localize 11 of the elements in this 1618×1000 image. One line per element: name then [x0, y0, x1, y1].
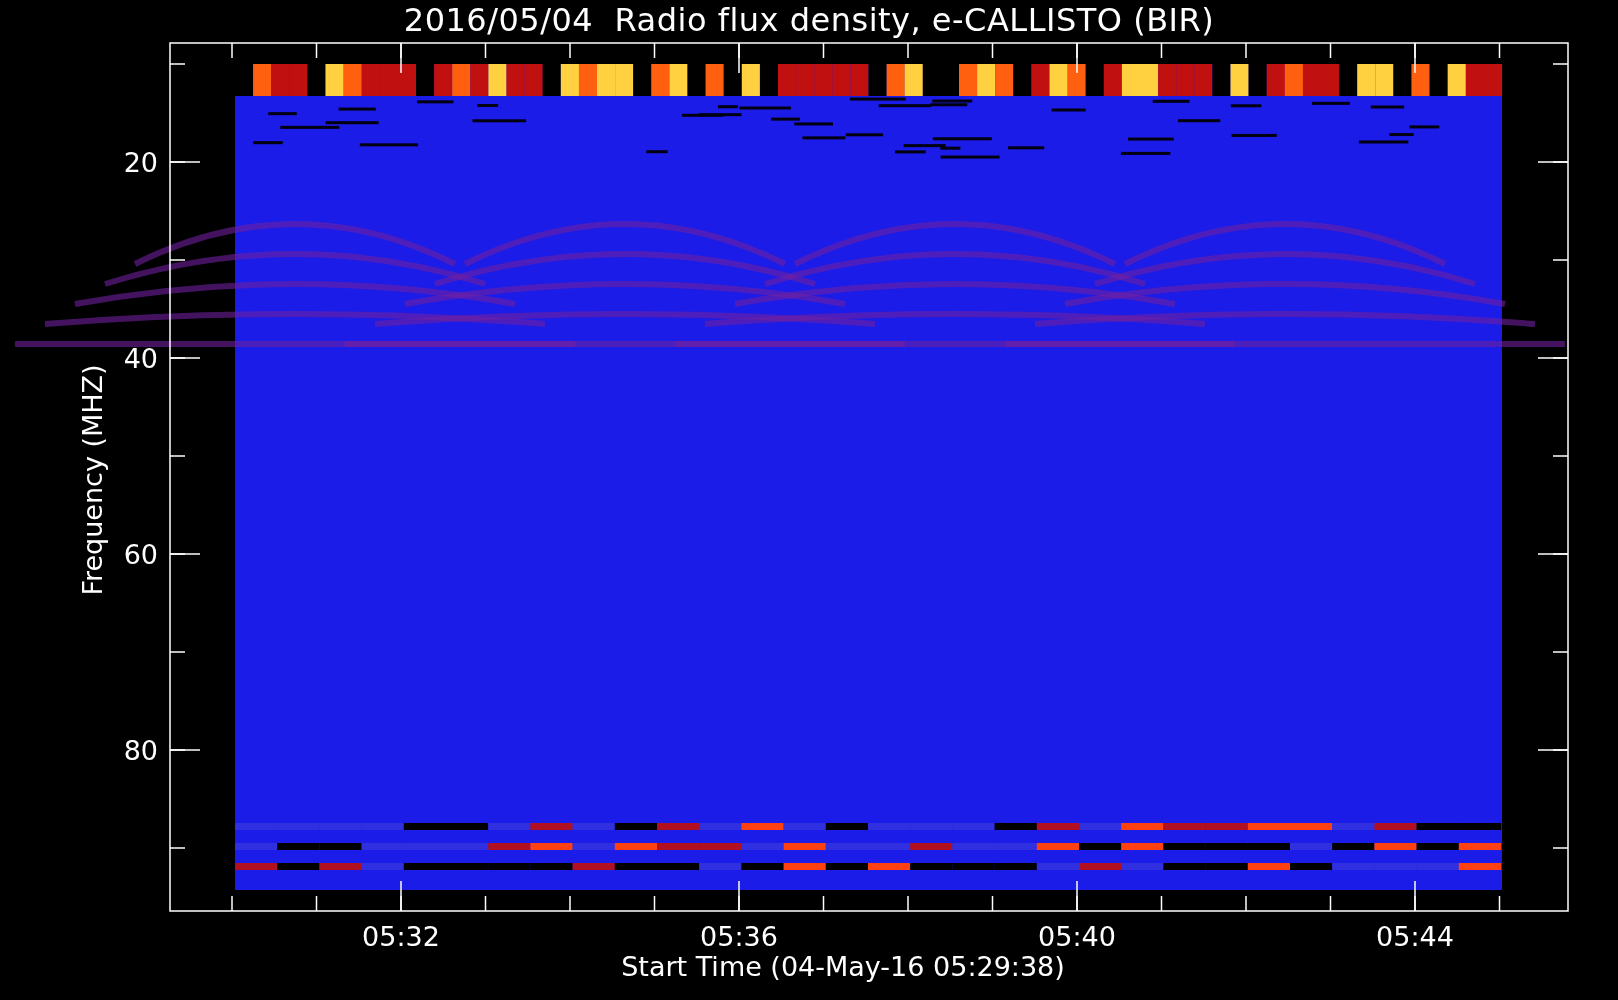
tick-label: 60 — [123, 539, 158, 570]
tick-label: 05:32 — [362, 921, 440, 952]
tick-label: 80 — [123, 735, 158, 766]
tick-label: 20 — [123, 147, 158, 178]
tick-label: 05:44 — [1376, 921, 1454, 952]
tick-label: 05:36 — [700, 921, 778, 952]
axis-label: Frequency (MHZ) — [77, 364, 108, 596]
axis-label: Start Time (04-May-16 05:29:38) — [621, 951, 1065, 982]
tick-label: 05:40 — [1038, 921, 1116, 952]
chart-title: 2016/05/04 Radio flux density, e-CALLISTO (BIR) — [403, 1, 1215, 39]
tick-label: 40 — [123, 343, 158, 374]
